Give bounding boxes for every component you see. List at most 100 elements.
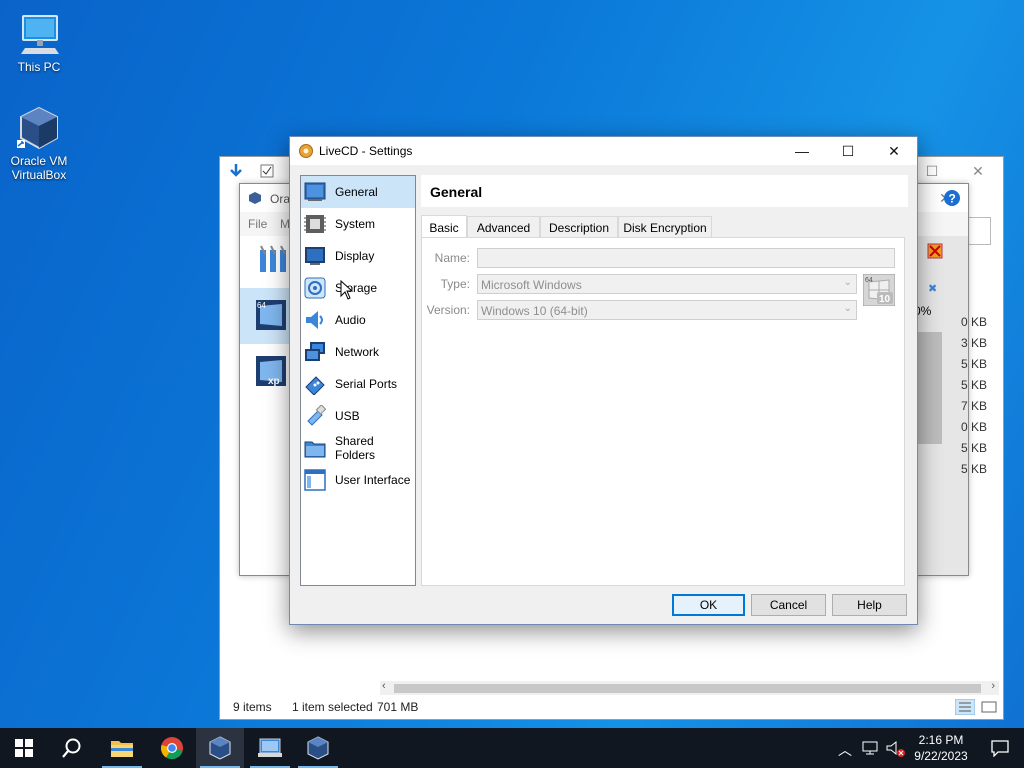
display-icon xyxy=(305,247,325,265)
network-icon xyxy=(305,342,325,361)
ok-button[interactable]: OK xyxy=(672,594,745,616)
chevron-down-icon: ⌄ xyxy=(843,303,852,314)
scrollbar-thumb[interactable] xyxy=(394,684,981,693)
svg-text:?: ? xyxy=(949,192,956,206)
nav-label: Network xyxy=(335,345,380,359)
type-select[interactable]: Microsoft Windows ⌄ xyxy=(477,274,857,294)
audio-icon xyxy=(306,311,323,329)
type-label: Type: xyxy=(440,277,470,291)
user-interface-icon xyxy=(304,469,326,491)
start-button[interactable] xyxy=(0,728,48,768)
desktop-icon-label: Oracle VM VirtualBox xyxy=(10,154,68,182)
network-tray-icon[interactable] xyxy=(862,740,880,756)
clock-date: 9/22/2023 xyxy=(914,749,968,763)
discard-icon[interactable] xyxy=(926,242,944,260)
checkbox-icon[interactable] xyxy=(260,164,274,178)
storage-icon xyxy=(304,277,326,299)
shared-folders-icon xyxy=(304,441,326,458)
nav-item-audio[interactable]: Audio xyxy=(301,304,415,336)
file-size: 7 KB xyxy=(960,399,987,413)
volume-muted-icon[interactable] xyxy=(886,740,906,758)
desktop-icon-virtualbox[interactable]: Oracle VM VirtualBox xyxy=(6,104,72,182)
scroll-left-icon[interactable]: ‹ xyxy=(382,680,386,692)
nav-item-usb[interactable]: USB xyxy=(301,400,415,432)
close-button[interactable]: ✕ xyxy=(871,137,917,165)
file-size: 3 KB xyxy=(960,336,987,350)
serial-ports-icon xyxy=(305,376,325,395)
system-icon xyxy=(304,215,326,233)
search-button[interactable] xyxy=(48,728,96,768)
status-item-count: 9 items xyxy=(233,700,272,714)
file-size: 0 KB xyxy=(960,315,987,329)
status-selected: 1 item selected xyxy=(292,700,373,714)
menu-file[interactable]: File xyxy=(248,217,267,231)
download-arrow-icon[interactable] xyxy=(228,163,244,179)
system-clock[interactable]: 2:16 PM 9/22/2023 xyxy=(906,732,976,764)
desktop-icon-this-pc[interactable]: This PC xyxy=(6,10,72,74)
nav-item-system[interactable]: System xyxy=(301,208,415,240)
tab-disk-encryption[interactable]: Disk Encryption xyxy=(618,216,712,238)
vm-item[interactable]: xp xyxy=(240,344,290,400)
taskbar: ︿ 2:16 PM 9/22/2023 xyxy=(0,728,1024,768)
tab-advanced[interactable]: Advanced xyxy=(467,216,540,238)
cancel-button[interactable]: Cancel xyxy=(751,594,826,616)
chevron-up-icon[interactable]: ︿ xyxy=(838,740,852,760)
explorer-close-button[interactable]: ✕ xyxy=(955,157,1001,185)
nav-item-network[interactable]: Network xyxy=(301,336,415,368)
search-icon xyxy=(62,738,81,758)
help-icon[interactable]: ? xyxy=(938,184,966,212)
cancel-task-icon[interactable]: ✖ xyxy=(928,282,937,295)
minimize-button[interactable]: — xyxy=(779,137,825,165)
version-select[interactable]: Windows 10 (64-bit) ⌄ xyxy=(477,300,857,320)
os-type-icon: 64 10 xyxy=(863,274,895,306)
settings-nav: General System Display Storage Audio Net… xyxy=(300,175,416,586)
svg-text:64: 64 xyxy=(257,301,266,310)
scroll-right-icon[interactable]: › xyxy=(991,680,995,692)
explorer-right-controls xyxy=(961,217,991,297)
name-label: Name: xyxy=(434,251,470,265)
nav-label: USB xyxy=(335,409,360,423)
vm-settings-icon xyxy=(258,738,282,757)
os-badge-version: 10 xyxy=(879,294,891,305)
file-size: 0 KB xyxy=(960,420,987,434)
nav-label: Shared Folders xyxy=(335,434,376,462)
nav-item-user-interface[interactable]: User Interface xyxy=(301,464,415,496)
tab-description[interactable]: Description xyxy=(540,216,618,238)
nav-item-storage[interactable]: Storage xyxy=(301,272,415,304)
nav-item-serial-ports[interactable]: Serial Ports xyxy=(301,368,415,400)
computer-icon xyxy=(21,15,59,54)
tab-basic[interactable]: Basic xyxy=(421,215,467,238)
vm-list: 64 xp xyxy=(240,236,290,575)
chrome-icon xyxy=(160,737,183,760)
status-size: 701 MB xyxy=(377,700,419,714)
horizontal-scrollbar[interactable]: ‹ › xyxy=(380,680,999,695)
settings-gear-icon xyxy=(299,144,313,158)
nav-item-shared-folders[interactable]: Shared Folders xyxy=(301,432,415,464)
notifications-icon[interactable] xyxy=(990,739,1010,757)
dialog-title: LiveCD - Settings xyxy=(319,144,413,158)
settings-dialog: LiveCD - Settings — ☐ ✕ General System D… xyxy=(289,136,918,625)
folder-icon xyxy=(111,741,133,757)
vbm-title: Ora xyxy=(270,192,291,206)
section-title: General xyxy=(421,175,908,207)
maximize-button[interactable]: ☐ xyxy=(825,137,871,165)
details-view-icon[interactable] xyxy=(955,699,975,715)
nav-item-general[interactable]: General xyxy=(301,176,415,208)
os-badge-bits: 64 xyxy=(865,277,873,284)
help-button[interactable]: Help xyxy=(832,594,907,616)
file-size: 5 KB xyxy=(960,378,987,392)
nav-label: Audio xyxy=(335,313,366,327)
tiles-view-icon[interactable] xyxy=(981,699,997,715)
taskbar-file-explorer[interactable] xyxy=(98,728,146,768)
name-field[interactable] xyxy=(477,248,895,268)
tools-icon[interactable] xyxy=(256,242,290,276)
chevron-down-icon: ⌄ xyxy=(843,277,852,288)
settings-panel: General Basic Advanced Description Disk … xyxy=(421,175,908,586)
taskbar-settings-app[interactable] xyxy=(246,728,294,768)
taskbar-virtualbox[interactable] xyxy=(196,728,244,768)
virtualbox-icon xyxy=(209,736,231,760)
nav-item-display[interactable]: Display xyxy=(301,240,415,272)
taskbar-virtualbox-vm[interactable] xyxy=(294,728,342,768)
vm-item-selected[interactable]: 64 xyxy=(240,288,290,344)
taskbar-chrome[interactable] xyxy=(148,728,196,768)
